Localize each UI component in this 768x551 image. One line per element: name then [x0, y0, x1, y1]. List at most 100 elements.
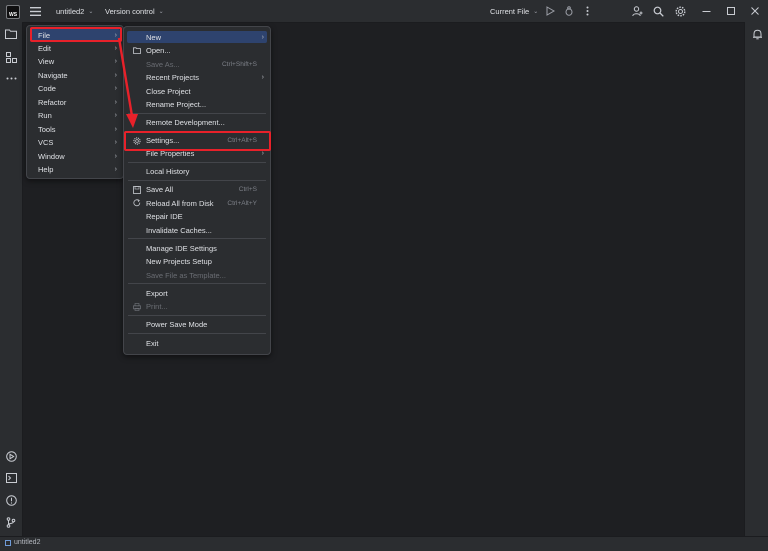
chevron-right-icon: ›	[114, 166, 117, 173]
menu-label: Reload All from Disk	[146, 198, 214, 208]
notifications-icon[interactable]	[751, 28, 763, 40]
problems-icon[interactable]	[5, 494, 17, 506]
file-export[interactable]: Export	[127, 287, 267, 299]
search-icon[interactable]	[652, 5, 664, 17]
file-power-save-mode[interactable]: Power Save Mode	[127, 319, 267, 331]
refresh-icon	[133, 199, 141, 207]
file-rename-project[interactable]: Rename Project...	[127, 99, 267, 111]
file-remote-development[interactable]: Remote Development...	[127, 116, 267, 128]
chevron-right-icon: ›	[261, 74, 264, 81]
menu-label: Exit	[146, 338, 159, 348]
file-new-projects-setup[interactable]: New Projects Setup	[127, 256, 267, 268]
add-user-icon[interactable]	[631, 5, 643, 17]
menu-label: Window	[38, 151, 65, 161]
folder-icon	[133, 47, 141, 55]
status-bar: untitled2	[0, 536, 768, 551]
more-tools-icon[interactable]	[5, 72, 17, 84]
menu-label: Close Project	[146, 86, 191, 96]
file-exit[interactable]: Exit	[127, 337, 267, 349]
project-widget[interactable]: untitled2 ⌄	[56, 0, 93, 22]
maximize-icon[interactable]	[725, 5, 737, 17]
menu-label: View	[38, 57, 55, 66]
right-toolbar	[744, 22, 768, 536]
chevron-down-icon: ⌄	[88, 8, 94, 15]
menu-label: Recent Projects	[146, 73, 199, 82]
file-save-as-template[interactable]: Save File as Template...	[127, 269, 267, 281]
shortcut-label: Ctrl+S	[238, 186, 257, 193]
file-save-as[interactable]: Save As... Ctrl+Shift+S	[127, 58, 267, 70]
file-close-project[interactable]: Close Project	[127, 85, 267, 97]
file-open[interactable]: Open...	[127, 45, 267, 57]
menu-separator	[128, 113, 266, 114]
run-config-widget[interactable]: Current File ⌄	[490, 0, 538, 22]
terminal-icon[interactable]	[5, 472, 17, 484]
shortcut-label: Ctrl+Shift+S	[221, 60, 257, 68]
menu-label: Export	[146, 288, 168, 298]
menu-label: Remote Development...	[146, 117, 225, 127]
save-icon	[133, 185, 141, 194]
chevron-right-icon: ›	[114, 125, 117, 133]
vcs-widget[interactable]: Version control ⌄	[105, 0, 164, 22]
close-icon[interactable]	[749, 5, 761, 17]
menu-label: Navigate	[38, 70, 68, 80]
menu-label: Repair IDE	[146, 212, 183, 221]
file-reload-all[interactable]: Reload All from Disk Ctrl+Alt+Y	[127, 197, 267, 209]
left-toolbar	[0, 22, 23, 536]
services-icon[interactable]	[5, 450, 17, 462]
file-submenu: New › Open... Save As... Ctrl+Shift+S Rece…	[123, 26, 271, 355]
shortcut-label: Ctrl+Alt+Y	[227, 199, 257, 207]
chevron-right-icon: ›	[114, 85, 117, 92]
menu-label: Manage IDE Settings	[146, 243, 217, 253]
menu-run[interactable]: Run ›	[30, 110, 120, 122]
menu-tools[interactable]: Tools ›	[30, 123, 120, 135]
menu-vcs[interactable]: VCS ›	[30, 137, 120, 149]
run-icon[interactable]	[544, 5, 556, 17]
debug-icon[interactable]	[563, 5, 575, 17]
menu-label: Edit	[38, 43, 51, 53]
menu-view[interactable]: View ›	[30, 56, 120, 68]
menu-help[interactable]: Help ›	[30, 164, 120, 176]
chevron-right-icon: ›	[261, 150, 264, 157]
file-new[interactable]: New ›	[127, 31, 267, 43]
status-project[interactable]: untitled2	[5, 539, 40, 546]
menu-separator	[128, 180, 266, 181]
file-manage-ide-settings[interactable]: Manage IDE Settings	[127, 242, 267, 254]
menu-window[interactable]: Window ›	[30, 150, 120, 162]
settings-highlight-box	[124, 131, 271, 151]
minimize-icon[interactable]	[700, 5, 712, 17]
file-local-history[interactable]: Local History	[127, 166, 267, 178]
menu-label: Invalidate Caches...	[146, 225, 212, 235]
file-print[interactable]: Print...	[127, 301, 267, 313]
menu-label: Open...	[146, 46, 171, 55]
main-menu-button[interactable]	[30, 0, 44, 22]
menu-navigate[interactable]: Navigate ›	[30, 69, 120, 81]
vcs-label: Version control	[105, 6, 155, 16]
structure-icon[interactable]	[5, 51, 17, 63]
menu-edit[interactable]: Edit ›	[30, 42, 120, 54]
menu-label: Code	[38, 84, 56, 93]
menu-refactor[interactable]: Refactor ›	[30, 96, 120, 108]
menu-label: Power Save Mode	[146, 320, 208, 329]
chevron-down-icon: ⌄	[158, 8, 164, 15]
chevron-right-icon: ›	[114, 71, 117, 79]
file-repair-ide[interactable]: Repair IDE	[127, 211, 267, 223]
folder-icon[interactable]	[5, 28, 17, 40]
git-icon[interactable]	[5, 516, 17, 528]
menu-label: New Projects Setup	[146, 257, 212, 266]
app-logo-icon[interactable]: WS	[6, 5, 20, 19]
more-actions-icon[interactable]	[581, 5, 593, 17]
settings-icon[interactable]	[674, 5, 686, 17]
menu-label: Refactor	[38, 97, 67, 107]
menu-separator	[128, 162, 266, 163]
hamburger-icon	[30, 6, 41, 16]
menu-label: Save As...	[146, 59, 180, 69]
menu-separator	[128, 333, 266, 334]
file-save-all[interactable]: Save All Ctrl+S	[127, 184, 267, 196]
menu-label: Rename Project...	[146, 100, 207, 109]
file-invalidate-caches[interactable]: Invalidate Caches...	[127, 224, 267, 236]
menu-label: Help	[38, 165, 54, 174]
menu-code[interactable]: Code ›	[30, 83, 120, 95]
file-recent-projects[interactable]: Recent Projects ›	[127, 72, 267, 84]
menu-label: New	[146, 32, 162, 42]
title-bar: WS untitled2 ⌄ Version control ⌄ Current…	[0, 0, 768, 23]
